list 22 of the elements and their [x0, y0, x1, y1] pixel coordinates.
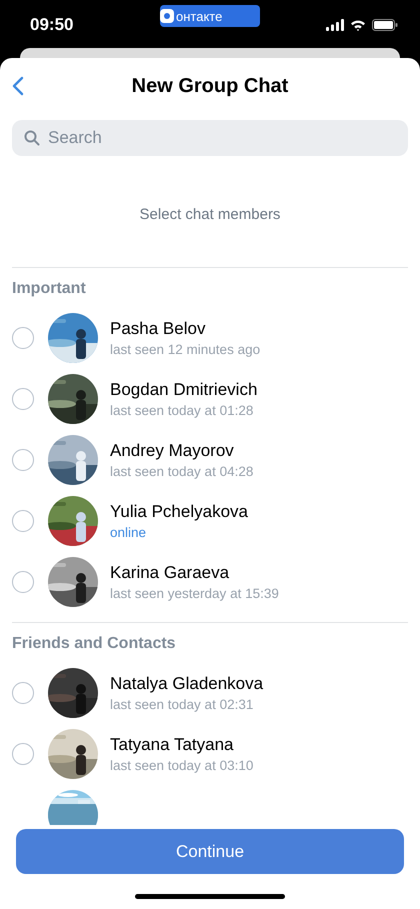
hint-text: Select chat members	[138, 206, 282, 223]
section-title: Important	[12, 279, 87, 299]
contact-status: last seen yesterday at 15:39	[110, 586, 279, 600]
contact-name: Tatyana Tatyana	[110, 734, 234, 754]
contact-name: Karina Garaeva	[110, 562, 230, 582]
status-time: 09:50	[30, 15, 74, 35]
contact-name: Natalya Gladenkova	[110, 674, 264, 694]
contact-status: last seen today at 04:28	[110, 464, 254, 478]
contact-status: last seen today at 01:28	[110, 402, 254, 418]
contact-status: last seen 12 minutes ago	[110, 342, 260, 356]
screen-title: New Group Chat	[132, 74, 288, 98]
contact-name: Yulia Pchelyakova	[110, 502, 248, 522]
contact-name: Andrey Mayorov	[110, 440, 235, 460]
contact-status: last seen today at 02:31	[110, 696, 254, 712]
contact-name: Pasha Belov	[110, 318, 206, 338]
search-field[interactable]: Search	[12, 120, 408, 156]
contact-name: Bogdan Dmitrievich	[110, 380, 258, 400]
app-pill[interactable]: онтакте	[160, 5, 260, 27]
contact-status: last seen today at 03:10	[110, 758, 254, 772]
contact-status: online	[110, 524, 148, 540]
section-title: Friends and Contacts	[12, 634, 177, 654]
continue-button[interactable]: Continue	[16, 829, 404, 874]
